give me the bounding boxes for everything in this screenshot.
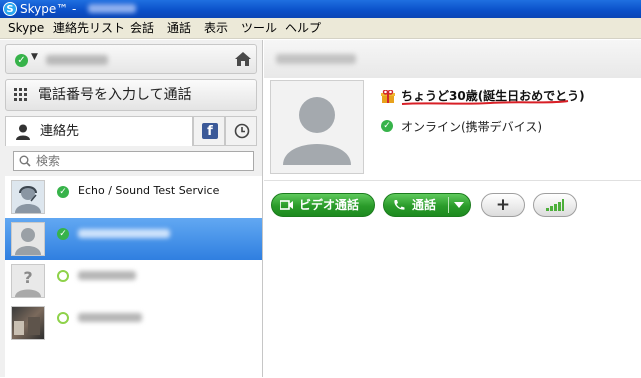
menu-view[interactable]: 表示 <box>204 18 228 38</box>
red-underline-annotation <box>401 100 569 105</box>
contact-row-selected[interactable]: ✓ <box>5 218 262 260</box>
online-status-icon: ✓ <box>381 120 393 132</box>
tab-facebook[interactable]: f <box>193 116 225 146</box>
tab-contacts[interactable]: 連絡先 <box>5 116 193 146</box>
call-toolbar: ビデオ通話 通話 + <box>264 180 641 378</box>
my-name-redacted <box>46 55 108 65</box>
offline-status-icon <box>57 312 69 324</box>
conversation-header <box>264 40 641 79</box>
video-call-button[interactable]: ビデオ通話 <box>271 193 375 217</box>
headset-avatar-icon <box>15 186 41 213</box>
profile-area: ちょうど30歳(誕生日おめでとう) ✓ オンライン(携帯デバイス) <box>264 78 641 180</box>
menu-conversation[interactable]: 会話 <box>130 18 154 38</box>
call-quality-button[interactable] <box>533 193 577 217</box>
avatar-echo <box>11 180 45 214</box>
call-label: 通話 <box>412 198 437 212</box>
svg-text:?: ? <box>23 268 32 287</box>
contact-row-unknown[interactable]: ? <box>5 260 262 302</box>
person-avatar-icon <box>15 228 41 255</box>
question-avatar-icon: ? <box>15 268 41 297</box>
menu-call[interactable]: 通話 <box>167 18 191 38</box>
online-status-icon: ✓ <box>57 228 69 240</box>
my-status-selector[interactable]: ✓ ▼ <box>5 44 257 74</box>
add-participant-button[interactable]: + <box>481 193 525 217</box>
online-status-icon: ✓ <box>15 54 28 67</box>
search-input[interactable] <box>36 153 246 169</box>
tab-recent[interactable] <box>225 116 257 146</box>
home-icon[interactable] <box>234 50 252 68</box>
dial-label: 電話番号を入力して通話 <box>38 87 192 103</box>
window-title: Skype™ - <box>20 2 77 16</box>
plus-icon: + <box>495 195 511 215</box>
search-icon <box>19 155 31 167</box>
contact-name-redacted <box>78 313 142 322</box>
contact-list: ✓ Echo / Sound Test Service ✓ ? <box>5 176 262 377</box>
gift-icon <box>381 90 395 103</box>
contact-row-echo[interactable]: ✓ Echo / Sound Test Service <box>5 176 262 218</box>
contact-row-photo[interactable] <box>5 302 262 344</box>
contact-name-redacted <box>78 229 170 238</box>
contact-name-redacted <box>78 271 136 280</box>
facebook-icon: f <box>202 123 218 139</box>
chevron-down-icon[interactable] <box>454 202 464 208</box>
contact-status-text: オンライン(携帯デバイス) <box>401 120 543 134</box>
window-title-bar: S Skype™ - <box>0 0 641 18</box>
video-call-label: ビデオ通話 <box>299 198 360 212</box>
call-button[interactable]: 通話 <box>383 193 471 217</box>
dial-phone-number-button[interactable]: 電話番号を入力して通話 <box>5 79 257 111</box>
call-divider <box>448 197 449 213</box>
avatar-photo <box>11 306 45 340</box>
window-title-username-redacted <box>88 4 136 13</box>
contact-search[interactable] <box>13 151 254 171</box>
avatar-default <box>11 222 45 256</box>
menu-tools[interactable]: ツール <box>241 18 277 38</box>
contact-name: Echo / Sound Test Service <box>78 184 220 197</box>
avatar-unknown: ? <box>11 264 45 298</box>
offline-status-icon <box>57 270 69 282</box>
menu-contacts[interactable]: 連絡先リスト <box>53 18 125 38</box>
phone-icon <box>394 200 405 210</box>
chevron-down-icon: ▼ <box>31 52 38 62</box>
signal-strength-icon <box>546 199 564 211</box>
contact-avatar <box>270 80 364 174</box>
person-avatar-icon <box>283 97 351 165</box>
menu-skype[interactable]: Skype <box>8 18 44 38</box>
tab-contacts-label: 連絡先 <box>40 124 80 139</box>
video-camera-icon <box>280 200 293 210</box>
dialpad-icon <box>14 88 27 101</box>
menu-bar: Skype 連絡先リスト 会話 通話 表示 ツール ヘルプ <box>0 18 641 39</box>
menu-help[interactable]: ヘルプ <box>285 18 321 38</box>
photo-avatar-icon <box>14 317 40 335</box>
online-status-icon: ✓ <box>57 186 69 198</box>
contact-name-redacted <box>276 54 356 64</box>
skype-logo-icon: S <box>3 2 17 16</box>
person-icon <box>16 124 30 140</box>
clock-icon <box>234 123 250 139</box>
